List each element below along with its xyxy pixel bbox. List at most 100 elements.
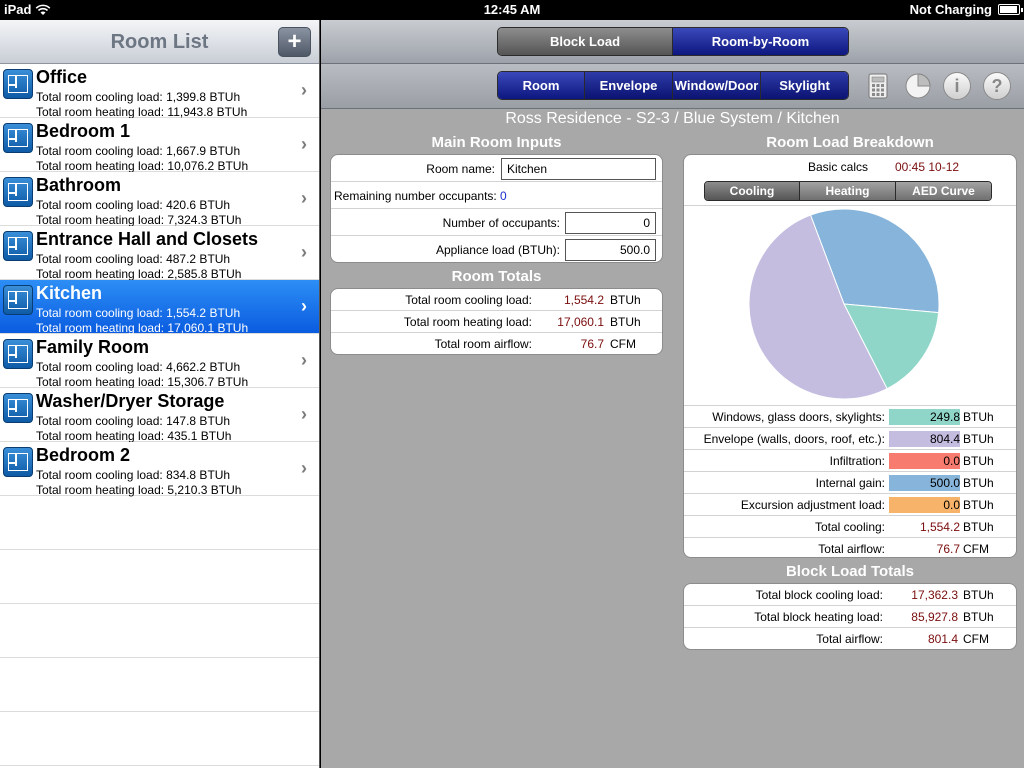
room-list-header: Room List + bbox=[0, 20, 319, 64]
appliance-input[interactable]: 500.0 bbox=[565, 239, 656, 261]
row-unit: CFM bbox=[610, 337, 636, 351]
row-unit: BTUh bbox=[610, 315, 641, 329]
block-totals-card: Total block cooling load: 17,362.3 BTUh Tot… bbox=[683, 583, 1017, 650]
chevron-right-icon: › bbox=[301, 188, 307, 208]
empty-row bbox=[0, 604, 319, 658]
row-unit: BTUh bbox=[963, 520, 994, 534]
appliance-label: Appliance load (BTUh): bbox=[435, 243, 560, 257]
room-cooling-load: Total room cooling load: 4,662.2 BTUh bbox=[36, 360, 241, 374]
room-list-item[interactable]: Office Total room cooling load: 1,399.8 B… bbox=[0, 64, 319, 119]
pie-chart-area bbox=[684, 205, 1016, 405]
row-label: Total airflow: bbox=[818, 542, 885, 556]
floorplan-icon bbox=[3, 177, 33, 207]
tab-heating[interactable]: Heating bbox=[800, 182, 896, 200]
breakdown-card: Basic calcs 00:45 10-12 Cooling Heating … bbox=[683, 154, 1017, 558]
room-cooling-load: Total room cooling load: 1,399.8 BTUh bbox=[36, 90, 241, 104]
row-value: 17,362.3 bbox=[911, 588, 958, 602]
room-list-title: Room List bbox=[110, 31, 209, 53]
room-cooling-load: Total room cooling load: 1,667.9 BTUh bbox=[36, 144, 241, 158]
occupants-input[interactable]: 0 bbox=[565, 212, 656, 234]
tab-skylight[interactable]: Skylight bbox=[761, 72, 848, 99]
row-label: Internal gain: bbox=[815, 476, 885, 490]
basic-calcs-value: 00:45 10-12 bbox=[895, 160, 960, 174]
room-by-room-button[interactable]: Room-by-Room bbox=[673, 28, 848, 55]
row-label: Total room heating load: bbox=[403, 315, 532, 329]
room-heating-load: Total room heating load: 10,076.2 BTUh bbox=[36, 159, 249, 173]
room-list-item[interactable]: Kitchen Total room cooling load: 1,554.2 … bbox=[0, 280, 319, 335]
pie-chart-icon[interactable] bbox=[904, 72, 932, 100]
basic-calcs-row: Basic calcs 00:45 10-12 bbox=[684, 155, 1016, 179]
room-name: Kitchen bbox=[36, 283, 103, 303]
floorplan-icon bbox=[3, 339, 33, 369]
row-unit: BTUh bbox=[963, 610, 994, 624]
status-bar: iPad 12:45 AM Not Charging bbox=[0, 0, 1024, 20]
row-label: Excursion adjustment load: bbox=[740, 498, 885, 512]
occupants-label: Number of occupants: bbox=[442, 216, 560, 230]
chevron-right-icon: › bbox=[301, 242, 307, 262]
row-unit: CFM bbox=[963, 632, 989, 646]
room-list-pane: Room List + Office Total room cooling loa… bbox=[0, 20, 320, 768]
tab-aed-curve[interactable]: AED Curve bbox=[896, 182, 991, 200]
room-list-item[interactable]: Bedroom 2 Total room cooling load: 834.8 … bbox=[0, 442, 319, 497]
room-list-item[interactable]: Entrance Hall and Closets Total room cool… bbox=[0, 226, 319, 281]
room-list-item[interactable]: Family Room Total room cooling load: 4,66… bbox=[0, 334, 319, 389]
room-heating-load: Total room heating load: 5,210.3 BTUh bbox=[36, 483, 242, 497]
room-name: Bedroom 2 bbox=[36, 445, 131, 465]
room-name-label: Room name: bbox=[426, 162, 495, 176]
info-icon[interactable]: i bbox=[943, 72, 971, 100]
value-row: Internal gain: 500.0 BTUh bbox=[684, 472, 1016, 494]
room-list-item[interactable]: Bedroom 1 Total room cooling load: 1,667.… bbox=[0, 118, 319, 173]
empty-row bbox=[0, 550, 319, 604]
room-name-input[interactable]: Kitchen bbox=[501, 158, 656, 180]
detail-pane: Block Load Room-by-Room Room Envelope Wi… bbox=[321, 20, 1024, 768]
floorplan-icon bbox=[3, 393, 33, 423]
value-row: Total airflow: 76.7 CFM bbox=[684, 538, 1016, 557]
remaining-occupants-label: Remaining number occupants: bbox=[334, 189, 497, 203]
tab-envelope[interactable]: Envelope bbox=[585, 72, 673, 99]
add-room-button[interactable]: + bbox=[278, 27, 311, 57]
room-name: Family Room bbox=[36, 337, 150, 357]
value-row: Windows, glass doors, skylights: 249.8 BTU… bbox=[684, 406, 1016, 428]
value-row: Total cooling: 1,554.2 BTUh bbox=[684, 516, 1016, 538]
tab-window-door[interactable]: Window/Door bbox=[673, 72, 761, 99]
room-list-item[interactable]: Washer/Dryer Storage Total room cooling l… bbox=[0, 388, 319, 443]
row-unit: BTUh bbox=[963, 410, 994, 424]
value-row: Excursion adjustment load: 0.0 BTUh bbox=[684, 494, 1016, 516]
room-name: Bathroom bbox=[36, 175, 121, 195]
value-row: Total room heating load: 17,060.1 BTUh bbox=[331, 311, 662, 333]
row-label: Total cooling: bbox=[814, 520, 885, 534]
room-cooling-load: Total room cooling load: 420.6 BTUh bbox=[36, 198, 231, 212]
block-load-button[interactable]: Block Load bbox=[498, 28, 673, 55]
room-totals-title: Room Totals bbox=[451, 268, 542, 285]
row-label: Total block cooling load: bbox=[755, 588, 883, 602]
chevron-right-icon: › bbox=[301, 404, 307, 424]
row-value: 249.8 bbox=[929, 410, 960, 424]
room-heating-load: Total room heating load: 17,060.1 BTUh bbox=[36, 321, 249, 335]
room-name-row: Room name: Kitchen bbox=[331, 155, 662, 182]
help-icon[interactable]: ? bbox=[983, 72, 1011, 100]
tab-room[interactable]: Room bbox=[498, 72, 585, 99]
breakdown-tabs: Cooling Heating AED Curve bbox=[704, 181, 992, 201]
value-row: Envelope (walls, doors, roof, etc.): 804.… bbox=[684, 428, 1016, 450]
mode-segmented-control: Block Load Room-by-Room bbox=[497, 27, 849, 56]
row-value: 0.0 bbox=[943, 498, 960, 512]
occupants-row: Number of occupants: 0 bbox=[331, 209, 662, 236]
row-label: Envelope (walls, doors, roof, etc.): bbox=[703, 432, 885, 446]
calculator-icon[interactable] bbox=[864, 72, 892, 100]
row-value: 801.4 bbox=[927, 632, 958, 646]
appliance-row: Appliance load (BTUh): 500.0 bbox=[331, 236, 662, 262]
room-name: Entrance Hall and Closets bbox=[36, 229, 259, 249]
status-right: Not Charging bbox=[910, 2, 1023, 17]
row-label: Total block heating load: bbox=[754, 610, 883, 624]
floorplan-icon bbox=[3, 69, 33, 99]
row-value: 500.0 bbox=[929, 476, 960, 490]
row-value: 1,554.2 bbox=[563, 293, 604, 307]
room-totals-card: Total room cooling load: 1,554.2 BTUh Total… bbox=[330, 288, 663, 355]
room-list-item[interactable]: Bathroom Total room cooling load: 420.6 B… bbox=[0, 172, 319, 227]
room-list-empty-area bbox=[0, 496, 319, 766]
value-row: Total block heating load: 85,927.8 BTUh bbox=[684, 606, 1016, 628]
room-name: Bedroom 1 bbox=[36, 121, 131, 141]
tab-cooling[interactable]: Cooling bbox=[705, 182, 800, 200]
room-heating-load: Total room heating load: 435.1 BTUh bbox=[36, 429, 232, 443]
row-unit: BTUh bbox=[963, 432, 994, 446]
